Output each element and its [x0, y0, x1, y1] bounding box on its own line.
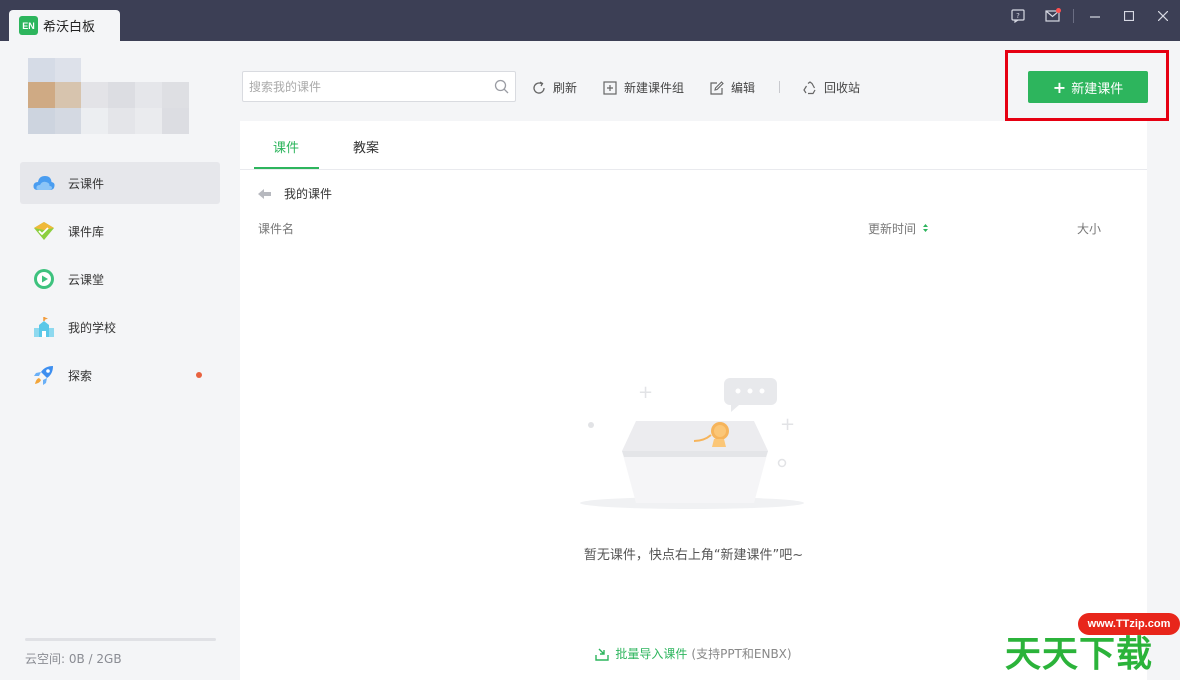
- add-folder-icon: [603, 80, 617, 95]
- recycle-bin-button[interactable]: 回收站: [803, 79, 860, 96]
- tab-courseware[interactable]: 课件: [273, 137, 299, 156]
- library-icon: [33, 220, 55, 242]
- sidebar-item-explore[interactable]: 探索: [20, 354, 220, 396]
- close-icon: [1158, 11, 1168, 21]
- import-icon[interactable]: [595, 647, 610, 661]
- avatar[interactable]: [28, 58, 189, 134]
- divider: [779, 81, 780, 93]
- tab-bar: 课件 教案: [240, 121, 1147, 170]
- divider: [1073, 9, 1074, 23]
- sidebar-item-my-school[interactable]: 我的学校: [20, 306, 220, 348]
- column-header-updated[interactable]: 更新时间: [868, 220, 929, 237]
- sidebar-item-label: 云课件: [68, 176, 105, 191]
- active-tab-indicator: [254, 167, 319, 169]
- message-button[interactable]: [1035, 0, 1069, 32]
- rocket-icon: [33, 364, 55, 386]
- minimize-button[interactable]: [1078, 0, 1112, 32]
- notification-dot: [196, 372, 202, 378]
- refresh-icon: [533, 80, 545, 94]
- svg-text:+: +: [638, 382, 653, 403]
- new-courseware-label: 新建课件: [1071, 81, 1124, 97]
- tab-lesson-plan[interactable]: 教案: [353, 137, 379, 156]
- edit-button[interactable]: 编辑: [710, 79, 755, 96]
- svg-text:?: ?: [1016, 12, 1020, 20]
- plus-icon: +: [1052, 77, 1067, 97]
- recycle-icon: [803, 80, 816, 94]
- search-box: [242, 71, 516, 102]
- storage-text: 云空间: 0B / 2GB: [25, 652, 122, 666]
- batch-import-link[interactable]: 批量导入课件: [615, 645, 687, 662]
- new-group-button[interactable]: 新建课件组: [603, 79, 684, 96]
- unread-dot: [1056, 8, 1061, 13]
- column-header-size: 大小: [1077, 222, 1102, 236]
- sidebar-item-cloud-classroom[interactable]: 云课堂: [20, 258, 220, 300]
- sidebar-item-courseware-library[interactable]: 课件库: [20, 210, 220, 252]
- sidebar: 云课件 课件库 云课堂 我的学校 探索 云空间: 0B / 2GB: [0, 41, 240, 680]
- import-note: (支持PPT和ENBX): [691, 647, 792, 661]
- search-input[interactable]: [243, 72, 483, 101]
- empty-state-text: 暂无课件，快点右上角“新建课件”吧~: [583, 548, 804, 563]
- sidebar-item-cloud-courseware[interactable]: 云课件: [20, 162, 220, 204]
- refresh-label: 刷新: [553, 81, 578, 95]
- cloud-icon: [33, 172, 55, 194]
- school-icon: [33, 316, 55, 338]
- maximize-icon: [1124, 11, 1134, 21]
- title-bar: EN 希沃白板 ?: [0, 0, 1180, 41]
- breadcrumb-current: 我的课件: [284, 187, 333, 201]
- column-header-name: 课件名: [258, 222, 295, 236]
- sort-icon: [922, 224, 928, 232]
- recycle-bin-label: 回收站: [824, 81, 861, 95]
- feedback-icon: ?: [1011, 9, 1025, 23]
- app-title: 希沃白板: [43, 20, 96, 35]
- breadcrumb: 我的课件: [258, 185, 332, 202]
- watermark-text: 天天下载: [1005, 634, 1154, 675]
- maximize-button[interactable]: [1112, 0, 1146, 32]
- play-circle-icon: [33, 268, 55, 290]
- new-courseware-button[interactable]: + 新建课件: [1028, 71, 1148, 103]
- feedback-button[interactable]: ?: [1001, 0, 1035, 32]
- back-arrow-icon[interactable]: [258, 188, 272, 199]
- app-logo-icon: EN: [19, 16, 38, 35]
- sidebar-item-label: 云课堂: [68, 272, 105, 287]
- empty-box-illustration: + +: [580, 378, 804, 509]
- close-button[interactable]: [1146, 0, 1180, 32]
- content-panel: 课件 教案 我的课件 课件名 更新时间 大小 + + 暂无课件，快点右上角“新建…: [240, 121, 1147, 680]
- search-icon[interactable]: [494, 79, 509, 94]
- sidebar-item-label: 课件库: [68, 224, 105, 239]
- column-header-label: 更新时间: [868, 222, 917, 236]
- watermark-url: www.TTzip.com: [1078, 613, 1180, 635]
- svg-text:+: +: [780, 414, 795, 435]
- app-tab[interactable]: EN 希沃白板: [9, 10, 120, 41]
- edit-label: 编辑: [731, 81, 756, 95]
- refresh-button[interactable]: 刷新: [532, 79, 577, 96]
- new-group-label: 新建课件组: [624, 81, 685, 95]
- sidebar-nav: 云课件 课件库 云课堂 我的学校 探索: [20, 162, 220, 402]
- sidebar-item-label: 探索: [68, 368, 93, 383]
- window-controls: ?: [1001, 0, 1180, 32]
- storage-progress-bar: [25, 638, 216, 641]
- watermark: www.TTzip.com 天天下载: [1003, 603, 1180, 680]
- edit-icon: [710, 80, 724, 95]
- sidebar-item-label: 我的学校: [68, 320, 117, 335]
- minimize-icon: [1090, 16, 1100, 18]
